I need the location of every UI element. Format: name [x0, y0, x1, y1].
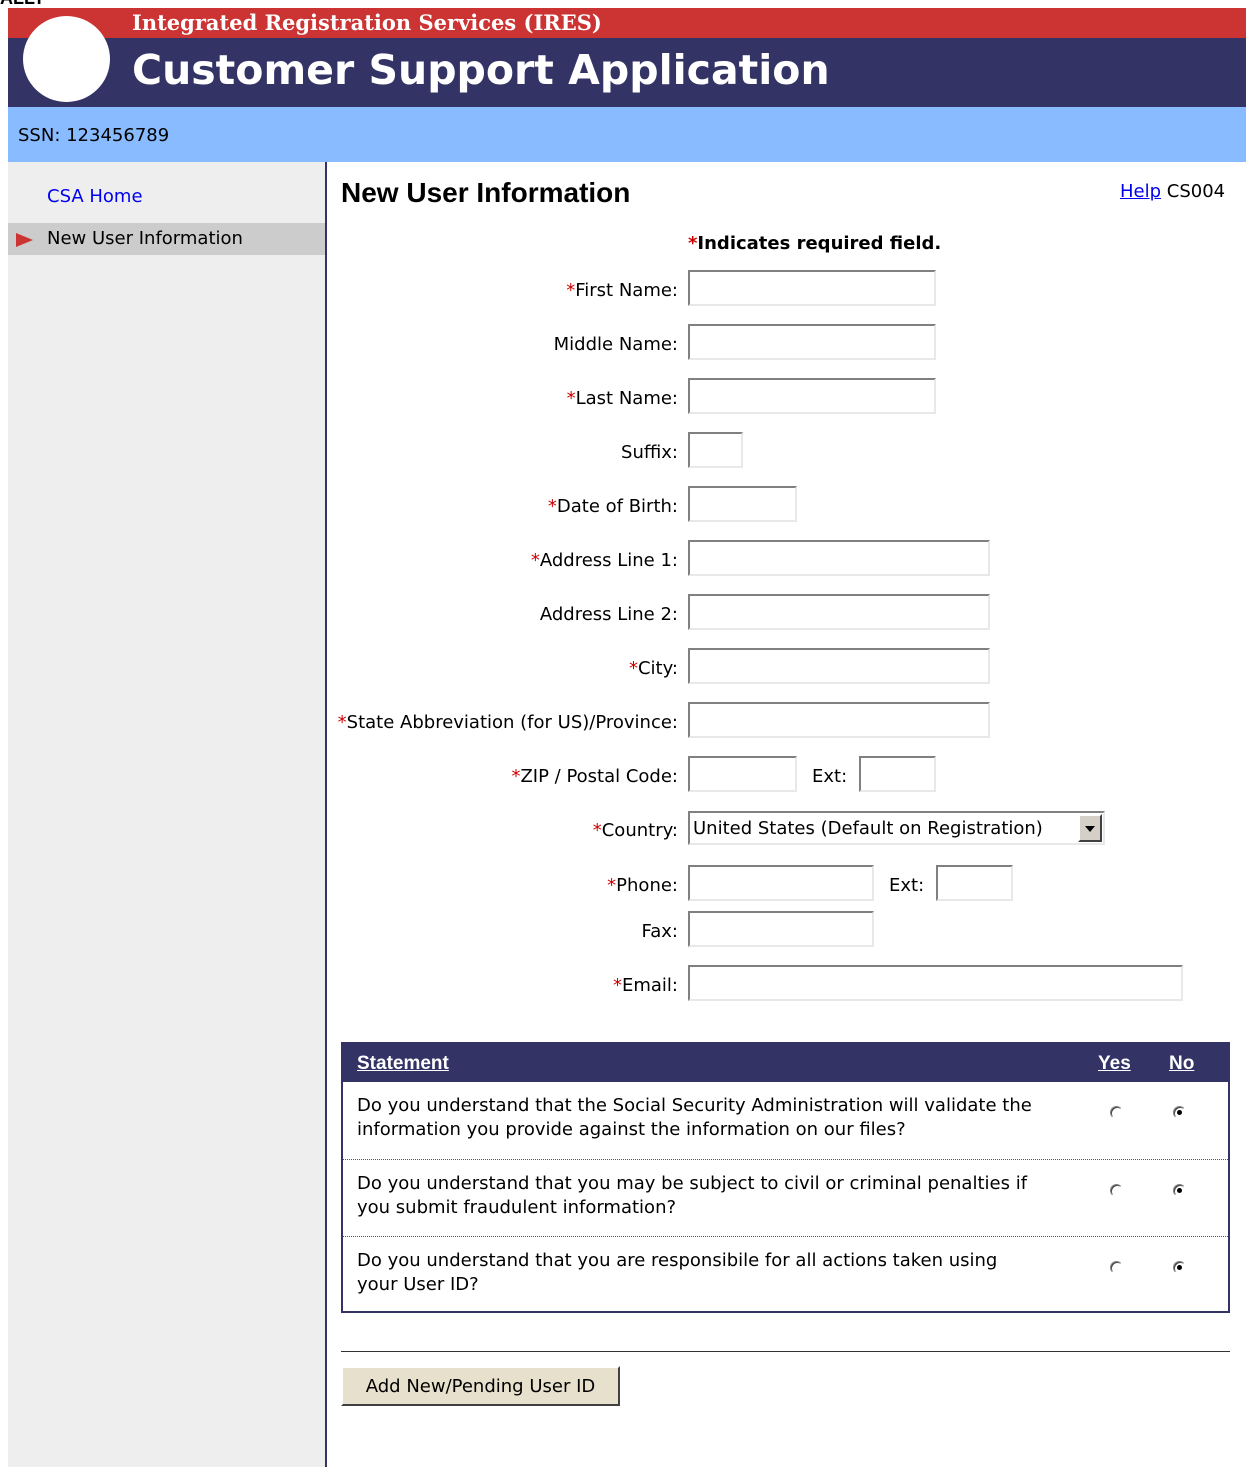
address-line-2-input[interactable]	[688, 594, 990, 630]
last-name-input[interactable]	[688, 378, 936, 414]
fax-label: Fax:	[641, 921, 678, 942]
required-star: *	[566, 280, 576, 301]
email-label: *Email:	[613, 975, 678, 996]
page-title: New User Information	[341, 177, 631, 208]
label-text: Date of Birth:	[556, 496, 678, 517]
first-name-input[interactable]	[688, 270, 936, 306]
no-radio[interactable]	[1173, 1184, 1186, 1197]
divider	[341, 1351, 1230, 1352]
statement-table-header: Statement Yes No	[343, 1044, 1228, 1082]
page-code: CS004	[1166, 181, 1226, 202]
header-red-bar: Integrated Registration Services (IRES)	[8, 8, 1246, 38]
sidebar-item-label: New User Information	[47, 228, 243, 249]
no-radio[interactable]	[1173, 1261, 1186, 1274]
help-area: Help CS004	[1120, 181, 1225, 202]
phone-ext-input[interactable]	[936, 865, 1013, 901]
chevron-down-icon	[1085, 826, 1095, 832]
required-star: *	[592, 820, 602, 841]
country-select-value: United States (Default on Registration)	[693, 818, 1043, 839]
required-note-text: Indicates required field.	[697, 233, 942, 254]
required-star: *	[612, 975, 622, 996]
required-star: *	[530, 550, 540, 571]
yes-radio[interactable]	[1110, 1184, 1123, 1197]
first-name-label: *First Name:	[566, 280, 678, 301]
column-header-statement[interactable]: Statement	[357, 1053, 449, 1075]
add-new-pending-user-id-button[interactable]: Add New/Pending User ID	[341, 1366, 620, 1406]
statement-row: Do you understand that you are responsib…	[343, 1236, 1228, 1313]
address-line-2-label: Address Line 2:	[539, 604, 678, 625]
phone-ext-label: Ext:	[889, 875, 925, 896]
header-navy-bar: Customer Support Application	[8, 38, 1246, 107]
statement-text: Do you understand that the Social Securi…	[357, 1095, 1032, 1140]
state-input[interactable]	[688, 702, 990, 738]
dob-input[interactable]	[688, 486, 797, 522]
label-text: State Abbreviation (for US)/Province:	[346, 712, 678, 733]
label-text: ZIP / Postal Code:	[520, 766, 678, 787]
required-star: *	[566, 388, 576, 409]
zip-ext-input[interactable]	[859, 756, 936, 792]
address-line-1-label: *Address Line 1:	[531, 550, 678, 571]
label-text: Address Line 1:	[539, 550, 678, 571]
country-label: *Country:	[593, 820, 678, 841]
fax-input[interactable]	[688, 911, 874, 947]
middle-name-label: Middle Name:	[553, 334, 678, 355]
phone-input[interactable]	[688, 865, 874, 901]
required-star: *	[628, 658, 638, 679]
no-radio[interactable]	[1173, 1106, 1186, 1119]
header-subtitle: Integrated Registration Services (IRES)	[132, 10, 602, 35]
required-star: *	[688, 233, 698, 254]
statement-table: Statement Yes No Do you understand that …	[341, 1042, 1230, 1313]
yes-radio[interactable]	[1110, 1106, 1123, 1119]
city-label: *City:	[629, 658, 678, 679]
dob-label: *Date of Birth:	[548, 496, 678, 517]
phone-label: *Phone:	[607, 875, 678, 896]
label-text: Last Name:	[575, 388, 678, 409]
ssn-bar: SSN: 123456789	[8, 107, 1246, 162]
suffix-input[interactable]	[688, 432, 743, 468]
zip-input[interactable]	[688, 756, 797, 792]
zip-ext-label: Ext:	[812, 766, 848, 787]
country-select[interactable]: United States (Default on Registration)	[688, 811, 1105, 845]
app-title: Customer Support Application	[132, 46, 830, 94]
required-star: *	[547, 496, 557, 517]
label-text: Email:	[621, 975, 678, 996]
arrow-right-icon	[16, 233, 33, 247]
label-text: First Name:	[575, 280, 678, 301]
email-input[interactable]	[688, 965, 1183, 1001]
suffix-label: Suffix:	[621, 442, 678, 463]
dropdown-button[interactable]	[1078, 814, 1102, 842]
sidebar-item-csa-home[interactable]: CSA Home	[47, 186, 143, 207]
help-link[interactable]: Help	[1120, 181, 1161, 202]
state-label: *State Abbreviation (for US)/Province:	[338, 712, 678, 733]
label-text: Country:	[601, 820, 678, 841]
column-header-yes[interactable]: Yes	[1098, 1053, 1131, 1075]
required-star: *	[337, 712, 347, 733]
top-clipped-text: ALLT	[0, 0, 80, 8]
required-note: *Indicates required field.	[688, 233, 941, 254]
statement-row: Do you understand that you may be subjec…	[343, 1159, 1228, 1236]
statement-text: Do you understand that you may be subjec…	[357, 1173, 1028, 1218]
column-header-no[interactable]: No	[1169, 1053, 1194, 1075]
ssn-text: SSN: 123456789	[18, 125, 170, 146]
label-text: Phone:	[616, 875, 678, 896]
city-input[interactable]	[688, 648, 990, 684]
middle-name-input[interactable]	[688, 324, 936, 360]
yes-radio[interactable]	[1110, 1261, 1123, 1274]
required-star: *	[607, 875, 617, 896]
logo-circle-icon	[23, 16, 110, 102]
statement-text: Do you understand that you are responsib…	[357, 1250, 998, 1295]
zip-label: *ZIP / Postal Code:	[511, 766, 678, 787]
label-text: City:	[637, 658, 678, 679]
sidebar-item-new-user-information[interactable]: New User Information	[8, 223, 325, 255]
last-name-label: *Last Name:	[567, 388, 678, 409]
statement-row: Do you understand that the Social Securi…	[343, 1082, 1228, 1158]
sidebar: CSA Home New User Information	[8, 162, 327, 1467]
address-line-1-input[interactable]	[688, 540, 990, 576]
